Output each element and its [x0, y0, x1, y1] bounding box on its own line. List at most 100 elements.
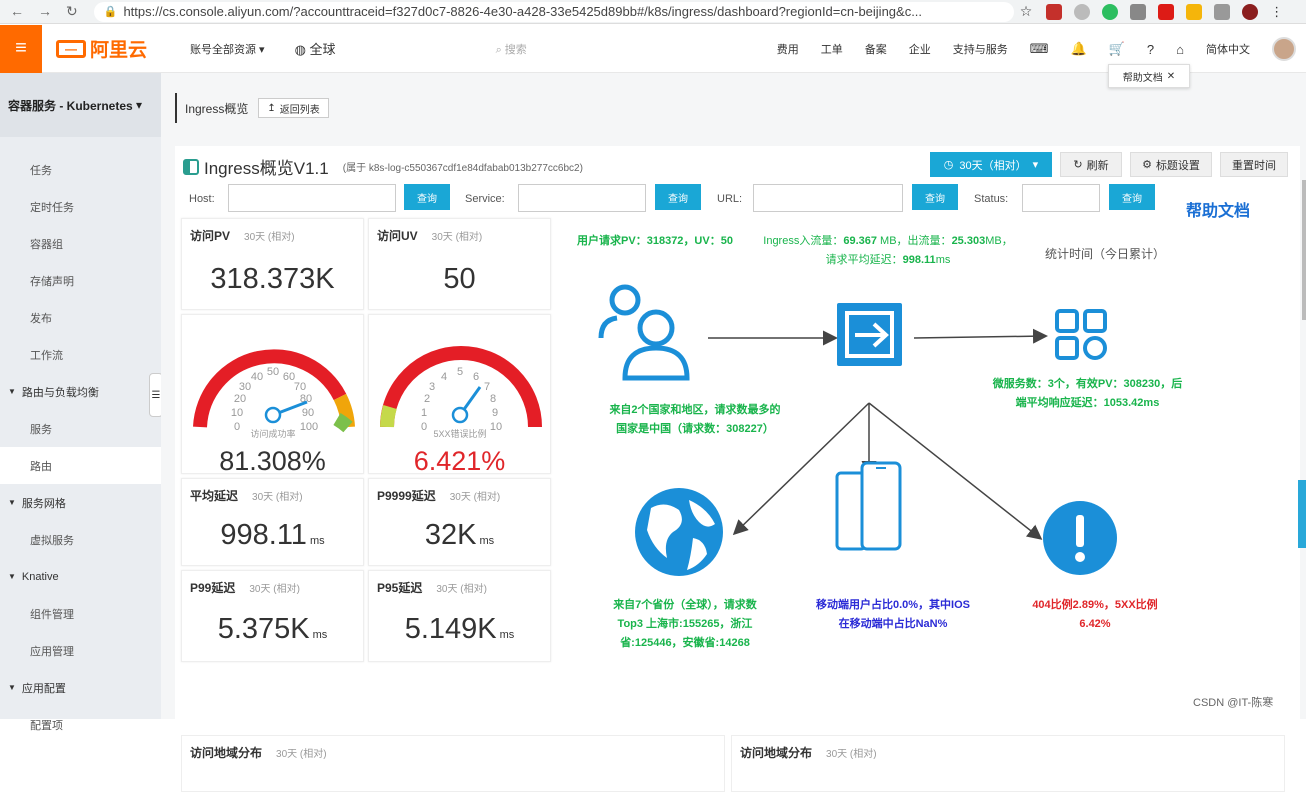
dashboard-header: Ingress概览V1.1 (属于 k8s-log-c550367cdf1e84… — [183, 154, 583, 179]
gauge-svg: 0 10 20 30 40 50 60 70 80 90 100 访问成功率 — [193, 349, 355, 439]
status-input[interactable] — [1022, 184, 1100, 212]
sidebar-group[interactable]: ▼ Knative — [0, 558, 161, 595]
sidebar-group[interactable]: ▼ 路由与负载均衡 — [0, 373, 161, 410]
pv-card: 访问PV 30天 (相对) 318.373K — [181, 218, 364, 310]
gauge-tick: 3 — [429, 381, 435, 393]
extension-icon[interactable] — [1046, 3, 1063, 20]
scrollbar[interactable] — [1302, 180, 1306, 320]
sidebar-item[interactable]: 任务 — [0, 151, 161, 188]
tooltip-text: 帮助文档 — [1122, 72, 1163, 84]
in-traffic-value: 69.367 — [843, 235, 877, 247]
url-input[interactable] — [753, 184, 903, 212]
flow-label: 用户请求PV： — [577, 235, 647, 247]
evernote-icon[interactable] — [1102, 3, 1119, 20]
hamburger-menu-icon[interactable]: ≡ — [0, 24, 42, 73]
gauge-tick: 0 — [234, 421, 240, 433]
sidebar-item[interactable]: 存储声明 — [0, 262, 161, 299]
uv-number: 50 — [720, 235, 733, 247]
sidebar-item[interactable]: 服务 — [0, 410, 161, 447]
title-settings-label: 标题设置 — [1155, 159, 1200, 172]
enterprise-link[interactable]: 企业 — [909, 41, 931, 57]
sidebar-item[interactable]: 路由 — [0, 447, 161, 484]
account-resources-dropdown[interactable]: 账号全部资源 ▾ — [190, 41, 265, 57]
support-link[interactable]: 支持与服务 — [953, 41, 1008, 57]
sidebar-item[interactable]: 虚拟服务 — [0, 521, 161, 558]
lock-icon: 🔒 — [103, 6, 118, 18]
sidebar-item[interactable]: 发布 — [0, 299, 161, 336]
sidebar-group[interactable]: ▼ 服务网格 — [0, 484, 161, 521]
angular-icon[interactable] — [1158, 3, 1175, 20]
host-input[interactable] — [228, 184, 396, 212]
mobile-devices-icon — [835, 461, 902, 551]
fees-link[interactable]: 费用 — [777, 41, 799, 57]
region-selector[interactable]: ◍ 全球 — [295, 39, 336, 58]
refresh-button[interactable]: ↻ 刷新 — [1060, 152, 1122, 177]
browser-nav: ← → ↻ — [0, 3, 88, 20]
extensions: ⋮ — [1046, 3, 1283, 20]
gauge-label: 5XX错误比例 — [433, 428, 486, 439]
extension-icon[interactable] — [1214, 3, 1231, 20]
avatar[interactable] — [1272, 37, 1296, 61]
countries-number: 308227 — [726, 423, 763, 435]
reload-icon[interactable]: ↻ — [66, 3, 78, 20]
gauge-svg: 0 1 2 3 4 5 6 7 8 9 10 5XX错误比例 — [380, 346, 542, 439]
profile-icon[interactable] — [1242, 3, 1259, 20]
mobile-ratio: 0.0% — [892, 599, 919, 611]
reset-time-button[interactable]: 重置时间 — [1220, 152, 1288, 177]
feedback-tab[interactable] — [1298, 480, 1306, 548]
sidebar-item[interactable]: 定时任务 — [0, 188, 161, 225]
close-icon[interactable]: ✕ — [1167, 71, 1175, 82]
help-icon[interactable]: ? — [1147, 42, 1154, 57]
back-to-list-button[interactable]: ↥ 返回列表 — [258, 98, 329, 118]
ticket-link[interactable]: 工单 — [821, 41, 843, 57]
card-title: P95延迟 30天 (相对) — [377, 579, 487, 596]
cart-icon[interactable]: 🛒 — [1109, 41, 1125, 57]
gauge-tick: 1 — [421, 407, 427, 419]
gauge-hub — [451, 406, 469, 424]
sidebar-item[interactable]: 配置项 — [0, 706, 161, 743]
address-bar[interactable]: 🔒 https://cs.console.aliyun.com/?account… — [93, 1, 1014, 22]
unit-label: ms — [309, 535, 325, 547]
globe-icon — [635, 488, 723, 576]
p9999-value: 32K — [424, 519, 477, 551]
home-icon[interactable]: ⌂ — [1176, 42, 1184, 57]
sidebar-item[interactable]: 容器组 — [0, 225, 161, 262]
search-input[interactable]: ⌕ 搜索 — [496, 41, 527, 57]
range-note: 30天 (相对) — [244, 232, 295, 243]
sidebar-item-label: 服务 — [30, 423, 52, 436]
menu-dots-icon[interactable]: ⋮ — [1270, 4, 1283, 20]
terminal-icon[interactable]: ⌨ — [1030, 41, 1049, 57]
extension-icon[interactable] — [1186, 3, 1203, 20]
language-switch[interactable]: 简体中文 — [1206, 41, 1250, 57]
caret-down-icon: ▼ — [8, 683, 16, 692]
bookmark-star-icon[interactable]: ☆ — [1020, 3, 1033, 20]
url-query-button[interactable]: 查询 — [912, 184, 958, 210]
ms-latency: 1053.42 — [1103, 397, 1144, 409]
service-input[interactable] — [518, 184, 646, 212]
sidebar-item-label: 应用管理 — [30, 645, 74, 658]
forward-arrow-icon[interactable]: → — [38, 3, 52, 20]
extension-icon[interactable] — [1130, 3, 1147, 20]
gauge-tick: 20 — [234, 393, 246, 405]
host-query-button[interactable]: 查询 — [404, 184, 450, 210]
latency-value: 998.11 — [902, 254, 936, 266]
404-ratio: 2.89% — [1072, 599, 1104, 611]
sidebar-item[interactable]: 工作流 — [0, 336, 161, 373]
aliyun-logo[interactable]: — 阿里云 — [56, 35, 176, 62]
gauge-tick: 30 — [239, 381, 251, 393]
status-query-button[interactable]: 查询 — [1109, 184, 1155, 210]
time-range-button[interactable]: ◷ 30天（相对） ▾ — [930, 152, 1052, 177]
bell-icon[interactable]: 🔔 — [1071, 41, 1087, 57]
provinces-text: 来自7个省份（全球），请求数 Top3 上海市:155265，浙江 省:125446… — [585, 596, 785, 653]
sidebar-item[interactable]: 应用管理 — [0, 632, 161, 669]
sidebar-item[interactable]: 组件管理 — [0, 595, 161, 632]
service-query-button[interactable]: 查询 — [655, 184, 701, 210]
back-arrow-icon[interactable]: ← — [10, 3, 24, 20]
icp-link[interactable]: 备案 — [865, 41, 887, 57]
5xx-ratio-value: 6.421% — [413, 446, 506, 476]
sidebar-group[interactable]: ▼ 应用配置 — [0, 669, 161, 706]
geo-title: 访问地域分布 — [740, 746, 813, 760]
title-settings-button[interactable]: ⚙ 标题设置 — [1130, 152, 1212, 177]
product-title[interactable]: 容器服务 - Kubernetes ▾ — [0, 73, 161, 137]
extension-icon[interactable] — [1074, 3, 1091, 20]
